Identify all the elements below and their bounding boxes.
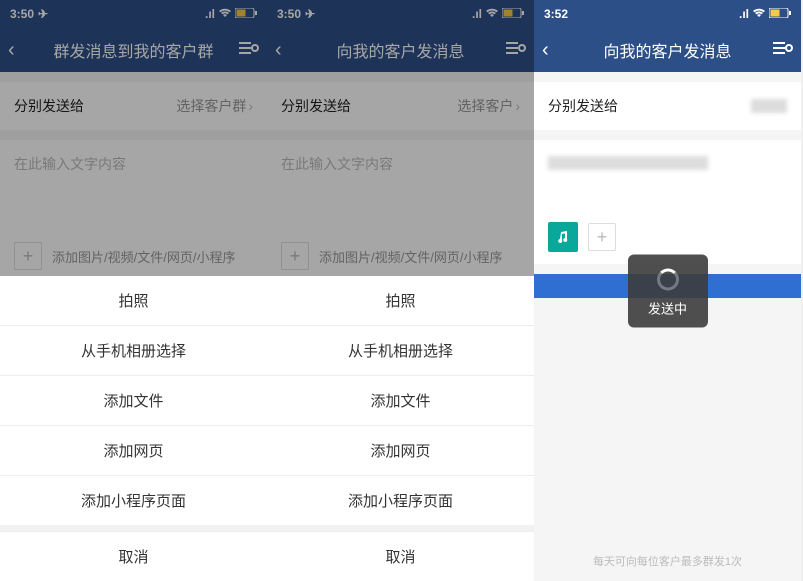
add-attachment-button[interactable]: + <box>588 223 616 251</box>
send-to-row[interactable]: 分别发送给 <box>534 82 801 130</box>
page-title: 向我的客户发消息 <box>603 38 731 62</box>
sheet-cancel[interactable]: 取消 <box>0 531 267 581</box>
nav-bar: ‹ 向我的客户发消息 <box>534 28 801 72</box>
sheet-item-camera[interactable]: 拍照 <box>0 276 267 325</box>
sheet-item-webpage[interactable]: 添加网页 <box>267 425 534 475</box>
send-to-value-redacted <box>751 99 787 113</box>
list-settings-icon <box>773 41 793 60</box>
wifi-icon <box>752 7 766 21</box>
sheet-item-album[interactable]: 从手机相册选择 <box>0 325 267 375</box>
status-time: 3:52 <box>544 7 568 21</box>
status-bar: 3:52 .ıl <box>534 0 801 28</box>
sheet-item-file[interactable]: 添加文件 <box>267 375 534 425</box>
music-file-icon[interactable] <box>548 222 578 252</box>
send-to-label: 分别发送给 <box>548 96 618 116</box>
sheet-item-miniprogram[interactable]: 添加小程序页面 <box>267 475 534 525</box>
sheet-cancel[interactable]: 取消 <box>267 531 534 581</box>
plus-icon: + <box>597 227 608 248</box>
back-button[interactable]: ‹ <box>542 28 549 72</box>
screen-customer-broadcast-sheet: 3:50 ✈ .ıl ‹ 向我的客户发消息 分别发送给 选择客户 › <box>267 0 534 581</box>
message-content-row <box>534 140 801 210</box>
screen-group-broadcast-sheet: 3:50 ✈ .ıl ‹ 群发消息到我的客户群 分别发送给 选择客户群 › <box>0 0 267 581</box>
sheet-item-miniprogram[interactable]: 添加小程序页面 <box>0 475 267 525</box>
screen-sending: 3:52 .ıl ‹ 向我的客户发消息 分别发送给 <box>534 0 801 581</box>
message-content-redacted <box>548 156 708 170</box>
loading-toast: 发送中 <box>628 254 708 327</box>
battery-icon <box>769 7 791 21</box>
action-sheet: 拍照 从手机相册选择 添加文件 添加网页 添加小程序页面 取消 <box>0 276 267 581</box>
sheet-item-camera[interactable]: 拍照 <box>267 276 534 325</box>
action-sheet: 拍照 从手机相册选择 添加文件 添加网页 添加小程序页面 取消 <box>267 276 534 581</box>
sheet-item-album[interactable]: 从手机相册选择 <box>267 325 534 375</box>
footer-note: 每天可向每位客户最多群发1次 <box>534 553 801 569</box>
chevron-left-icon: ‹ <box>542 39 549 62</box>
signal-icon: .ıl <box>739 7 749 21</box>
sheet-item-file[interactable]: 添加文件 <box>0 375 267 425</box>
nav-action-button[interactable] <box>773 28 793 72</box>
spinner-icon <box>657 268 679 290</box>
sheet-item-webpage[interactable]: 添加网页 <box>0 425 267 475</box>
loading-text: 发送中 <box>646 298 690 317</box>
